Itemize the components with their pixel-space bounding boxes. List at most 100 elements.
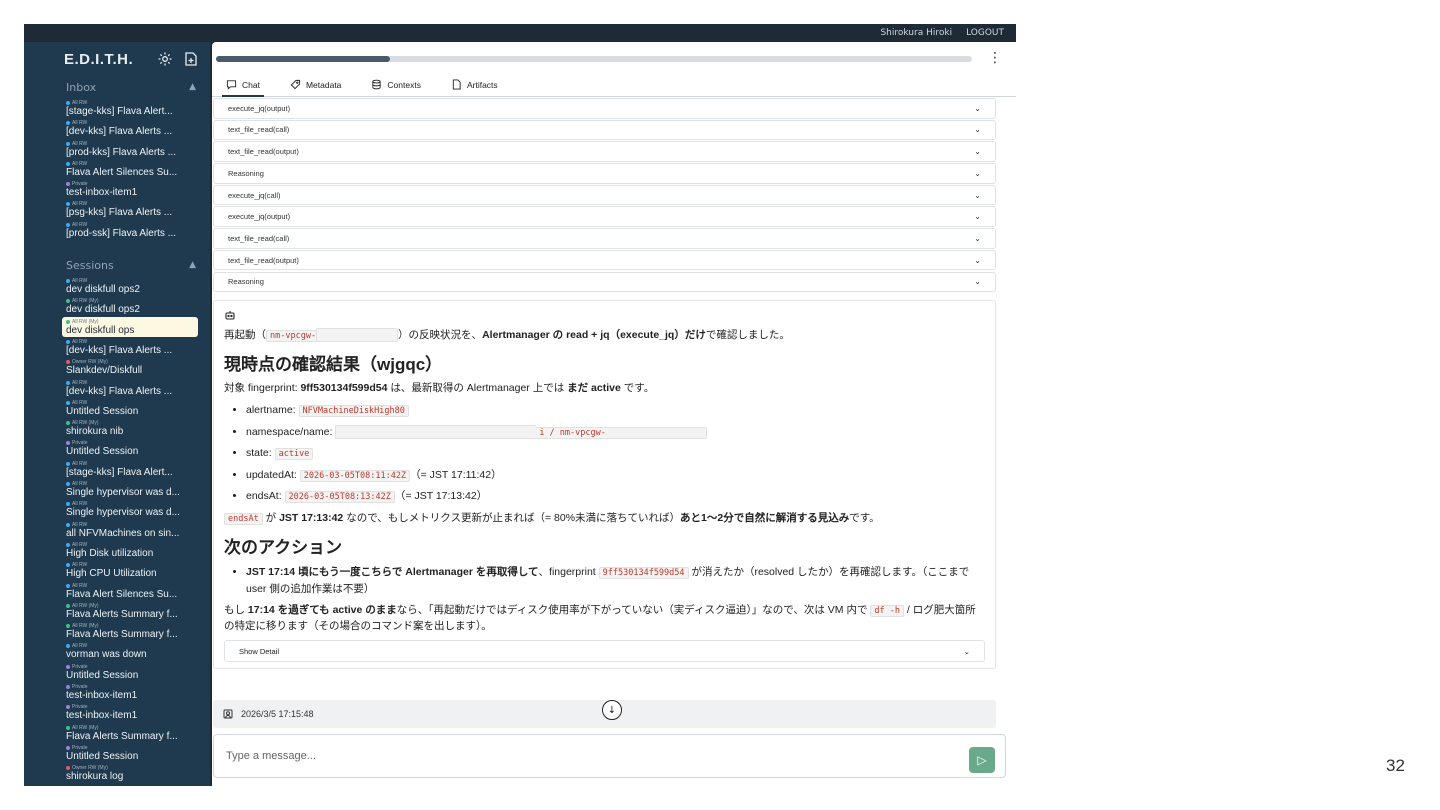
inbox-label: Inbox [66,80,97,94]
session-item[interactable]: All RW Flava Alert Silences Su... [62,581,198,601]
session-item[interactable]: Private test-inbox-item1 [62,702,198,722]
tool-call-accordion[interactable]: text_file_read(output) ⌄ [213,249,996,271]
session-item[interactable]: Owner RW (My) Slankdev/Diskfull [62,357,198,377]
session-item[interactable]: All RW all NFVMachines on sin... [62,520,198,540]
item-title: Flava Alerts Summary f... [66,730,178,742]
session-item[interactable]: All RW High Disk utilization [62,540,198,560]
tool-call-accordion[interactable]: text_file_read(call) ⌄ [213,228,996,249]
tool-call-accordion[interactable]: execute_jq(output) ⌄ [213,98,996,119]
brand-logo: E.D.I.T.H. [64,50,134,68]
inbox-item[interactable]: All RW [prod-ssk] Flava Alerts ... [62,220,198,240]
inline-code: NFVMachineDiskHigh80 [298,405,409,417]
item-title: [prod-ssk] Flava Alerts ... [66,227,177,239]
session-item[interactable]: All RW Untitled Session [62,398,198,418]
status-dot [66,725,70,730]
status-dot [66,339,70,344]
logout-button[interactable]: LOGOUT [966,28,1004,38]
show-detail-button[interactable]: Show Detail ⌄ [224,640,985,662]
inbox-item[interactable]: All RW [prod-kks] Flava Alerts ... [62,139,198,159]
status-dot [66,685,70,690]
redacted-box [316,328,399,343]
session-item[interactable]: All RW (My) dev diskfull ops [62,316,198,337]
alert-detail-item: endsAt: 2026-03-05T08:13:42Z（= JST 17:13… [246,488,985,505]
inbox-item[interactable]: All RW [stage-kks] Flava Alert... [62,98,198,118]
session-item[interactable]: All RW (My) Flava Alerts Summary f... [62,621,198,641]
session-item[interactable]: Private Untitled Session [62,438,198,458]
scroll-down-icon[interactable]: ↓ [602,700,622,720]
status-dot [66,603,70,608]
user-name: Shirokura Hiroki [880,28,953,38]
item-title: Single hypervisor was d... [66,507,180,519]
session-item[interactable]: All RW (My) shirokura nib [62,418,198,438]
chevron-down-icon: ⌄ [974,255,981,265]
chevron-down-icon: ⌄ [974,190,981,200]
tab-artifacts[interactable]: Artifacts [447,74,502,95]
tool-call-accordion[interactable]: text_file_read(output) ⌄ [213,141,996,162]
tab-chat[interactable]: Chat [222,74,264,97]
tool-call-accordion[interactable]: execute_jq(output) ⌄ [213,206,996,227]
tool-call-accordion[interactable]: Reasoning ⌄ [213,271,996,292]
inbox-header[interactable]: Inbox ▲ [24,76,210,98]
tool-call-accordion[interactable]: execute_jq(call) ⌄ [213,184,996,206]
sessions-header[interactable]: Sessions ▲ [24,254,210,276]
session-item[interactable]: All RW Single hypervisor was d... [62,479,198,499]
main-panel: ⋮ Chat Metadata Contexts Artifacts execute_… [212,42,1016,786]
endsat-text: endsAt が JST 17:13:42 なので、もしメトリクス更新が止まれば… [224,511,985,527]
session-item[interactable]: All RW (My) Flava Alerts Summary f... [62,601,198,621]
item-title: [psg-kks] Flava Alerts ... [66,207,173,219]
tool-call-accordion[interactable]: Reasoning ⌄ [213,163,996,184]
chevron-down-icon: ⌄ [974,147,981,157]
inline-code: 2026-03-05T08:13:42Z [284,491,395,503]
session-item[interactable]: Private Untitled Session [62,662,198,682]
new-session-icon[interactable] [182,50,200,68]
inline-code: active [274,448,314,460]
status-dot [66,299,70,304]
status-dot [66,360,70,365]
gear-icon[interactable] [156,50,174,68]
inbox-item[interactable]: All RW [dev-kks] Flava Alerts ... [62,118,198,138]
status-dot [66,563,70,568]
inbox-item[interactable]: All RW [psg-kks] Flava Alerts ... [62,199,198,219]
more-options-icon[interactable]: ⋮ [988,50,1002,66]
session-item[interactable]: Private Untitled Session [62,743,198,763]
user-icon [223,709,233,719]
session-item[interactable]: All RW [dev-kks] Flava Alerts ... [62,378,198,398]
inbox-item[interactable]: All RW Flava Alert Silences Su... [62,159,198,179]
session-item[interactable]: All RW Single hypervisor was d... [62,499,198,519]
status-dot [66,121,70,126]
session-item[interactable]: All RW vorman was down [62,641,198,661]
status-dot [66,766,70,771]
tool-call-accordion[interactable]: text_file_read(call) ⌄ [213,119,996,141]
item-title: Flava Alert Silences Su... [66,166,178,178]
item-title: shirokura nib [66,426,124,438]
item-title: Flava Alert Silences Su... [66,588,178,600]
session-item[interactable]: All RW [stage-kks] Flava Alert... [62,459,198,479]
session-item[interactable]: All RW High CPU Utilization [62,560,198,580]
session-item[interactable]: All RW dev diskfull ops2 [62,276,198,296]
message-input[interactable] [224,749,969,763]
inbox-item[interactable]: Private test-inbox-item1 [62,179,198,199]
alert-detail-item: state: active [246,445,985,462]
item-title: vorman was down [66,649,147,661]
session-item[interactable]: Private test-inbox-item1 [62,682,198,702]
status-dot [66,522,70,527]
session-item[interactable]: All RW [dev-kks] Flava Alerts ... [62,337,198,357]
session-item[interactable]: All RW (My) Flava Alerts Summary f... [62,723,198,743]
action-item: JST 17:14 頃にもう一度こちらで Alertmanager を再取得して… [246,564,985,597]
slide-number: 32 [1386,756,1405,775]
status-dot [66,624,70,629]
item-title: Untitled Session [66,446,139,458]
message-composer: ▷ [213,734,1006,778]
assistant-message: 再起動（ nm-vpcgw- ）の反映状況を、Alertmanager の read… [213,300,996,669]
sessions-label: Sessions [66,258,114,272]
status-dot [66,222,70,227]
session-item[interactable]: All RW (My) dev diskfull ops2 [62,296,198,316]
alert-detail-item: updatedAt: 2026-03-05T08:11:42Z（= JST 17… [246,467,985,484]
item-title: test-inbox-item1 [66,710,138,722]
tab-contexts[interactable]: Contexts [367,74,425,95]
status-dot [66,482,70,487]
send-icon[interactable]: ▷ [969,747,995,773]
item-title: test-inbox-item1 [66,187,138,199]
session-item[interactable]: Owner RW (My) shirokura log [62,763,198,783]
tab-metadata[interactable]: Metadata [286,74,345,95]
